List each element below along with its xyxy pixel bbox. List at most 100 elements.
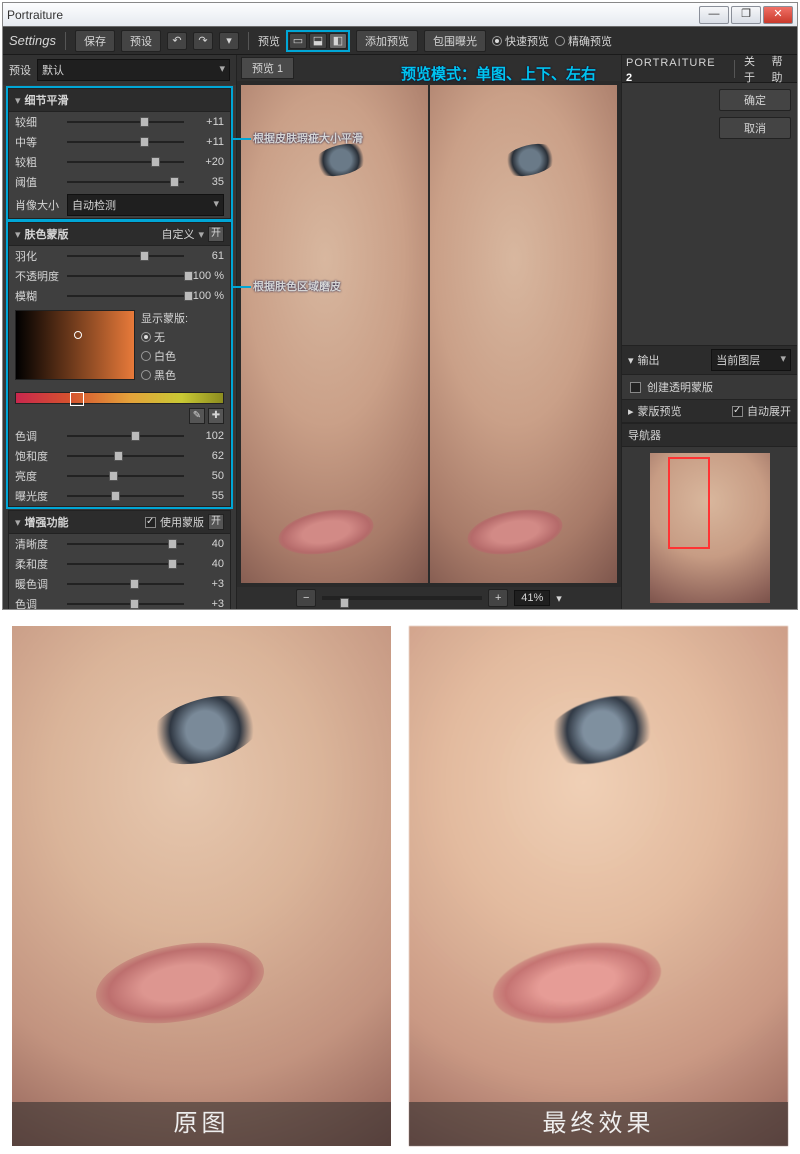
slider-value: 61 [190,250,224,262]
slider-value: +20 [190,156,224,168]
skin-mode[interactable]: 自定义 [161,226,194,242]
detail-slider-3[interactable] [67,175,184,189]
slider-label: 清晰度 [15,536,61,552]
skin-slider-2[interactable] [67,469,184,483]
detail-slider-2[interactable] [67,155,184,169]
dropdown-icon[interactable]: ▾ [219,32,239,50]
bracketing-button[interactable]: 包围曝光 [424,30,486,52]
accurate-preview-radio[interactable]: 精确预览 [555,33,612,49]
skin-slider-2[interactable] [67,289,184,303]
slider-label: 较粗 [15,154,61,170]
skin-slider-3[interactable] [67,489,184,503]
mask-black-radio[interactable]: 黑色 [141,367,224,383]
slider-value: 62 [190,450,224,462]
auto-expand-checkbox[interactable] [732,406,743,417]
brand-label: PORTRAITURE 2 [626,54,725,84]
enhance-slider-0[interactable] [67,537,184,551]
navigator-viewport[interactable] [668,457,710,549]
main-toolbar: Settings 保存 预设 ↶ ↷ ▾ 预览 ▭ ⬓ ◧ 添加预览 包围曝光 … [3,27,797,55]
skin-slider-0[interactable] [67,429,184,443]
slider-value: +3 [190,598,224,609]
cancel-button[interactable]: 取消 [719,117,791,139]
slider-label: 模糊 [15,288,61,304]
collapse-icon[interactable]: ▾ [15,516,21,529]
left-sidebar: 预设 默认 ▾细节平滑 较细+11中等+11较粗+20阈值35 肖像大小 自动检… [3,55,237,609]
preview-single-icon[interactable]: ▭ [289,33,307,49]
undo-button[interactable]: ↶ [167,32,187,50]
slider-label: 曝光度 [15,488,61,504]
slider-label: 不透明度 [15,268,61,284]
maximize-button[interactable]: ❐ [731,6,761,24]
expand-button[interactable]: 开 [208,514,224,530]
use-mask-checkbox[interactable] [145,517,156,528]
navigator-label: 导航器 [628,427,661,443]
create-mask-checkbox[interactable] [630,382,641,393]
result-label: 最终效果 [409,1102,788,1146]
expand-button[interactable]: 开 [208,226,224,242]
eyedropper-add-icon[interactable]: ✚ [208,408,224,424]
color-picker[interactable] [15,310,135,380]
slider-value: +11 [190,116,224,128]
navigator-thumbnail[interactable] [650,453,770,603]
zoom-in-button[interactable]: + [488,589,508,607]
collapse-icon[interactable]: ▾ [15,94,21,107]
zoom-value[interactable]: 41% [514,590,550,606]
collapse-icon[interactable]: ▾ [628,354,634,367]
slider-label: 暖色调 [15,576,61,592]
titlebar: Portraiture — ❐ ✕ [3,3,797,27]
detail-slider-0[interactable] [67,115,184,129]
about-link[interactable]: 关于 [744,53,765,85]
preset-button[interactable]: 预设 [121,30,161,52]
expand-icon[interactable]: ▸ [628,405,634,418]
ok-button[interactable]: 确定 [719,89,791,111]
output-select[interactable]: 当前图层 [711,349,791,371]
preview-split[interactable]: 预览模式：单图、上下、左右 根据皮肤瑕疵大小平滑 根据肤色区域磨皮 [241,85,617,583]
slider-value: 55 [190,490,224,502]
help-link[interactable]: 帮助 [772,53,793,85]
save-button[interactable]: 保存 [75,30,115,52]
zoom-out-button[interactable]: − [296,589,316,607]
slider-label: 色调 [15,596,61,609]
preset-select[interactable]: 默认 [37,59,230,81]
enhance-panel: ▾增强功能 使用蒙版 开 清晰度40柔和度40暖色调+3色调+3亮度+3对比度+… [8,510,231,609]
slider-value: 100 % [190,270,224,282]
portrait-size-select[interactable]: 自动检测 [67,194,224,216]
enhance-slider-1[interactable] [67,557,184,571]
panel-title: 增强功能 [25,514,141,530]
minimize-button[interactable]: — [699,6,729,24]
result-image [409,626,788,1146]
slider-label: 色调 [15,428,61,444]
skin-slider-1[interactable] [67,269,184,283]
enhance-slider-3[interactable] [67,597,184,609]
preview-tab-1[interactable]: 预览 1 [241,57,294,79]
hue-bar[interactable] [15,392,224,404]
mask-white-radio[interactable]: 白色 [141,348,224,364]
preview-topbottom-icon[interactable]: ⬓ [309,33,327,49]
settings-label: Settings [9,33,56,48]
preview-mode-group: ▭ ⬓ ◧ [286,30,350,52]
preview-area: 预览 1 预览模式：单图、上下、左右 根据皮肤瑕疵大小平滑 根据肤色区域磨皮 −… [237,55,621,609]
skin-mask-panel: ▾肤色蒙版 自定义▾ 开 羽化61不透明度100 %模糊100 % 显示蒙版: … [8,222,231,507]
skin-slider-0[interactable] [67,249,184,263]
panel-title: 细节平滑 [25,92,224,108]
mask-none-radio[interactable]: 无 [141,329,224,345]
eyedropper-icon[interactable]: ✎ [189,408,205,424]
zoom-slider[interactable] [322,596,482,600]
slider-label: 柔和度 [15,556,61,572]
slider-value: 100 % [190,290,224,302]
collapse-icon[interactable]: ▾ [15,228,21,241]
enhance-slider-2[interactable] [67,577,184,591]
detail-slider-1[interactable] [67,135,184,149]
preset-row: 预设 默认 [3,55,236,85]
redo-button[interactable]: ↷ [193,32,213,50]
right-sidebar: PORTRAITURE 2 关于 帮助 确定 取消 ▾输出 当前图层 创建透明蒙… [621,55,797,609]
result-image-box: 最终效果 [409,626,788,1146]
add-preview-button[interactable]: 添加预览 [356,30,418,52]
slider-label: 较细 [15,114,61,130]
skin-slider-1[interactable] [67,449,184,463]
preview-leftright-icon[interactable]: ◧ [329,33,347,49]
annotation-skin-area: 根据肤色区域磨皮 [253,277,341,294]
slider-label: 亮度 [15,468,61,484]
quick-preview-radio[interactable]: 快速预览 [492,33,549,49]
close-button[interactable]: ✕ [763,6,793,24]
